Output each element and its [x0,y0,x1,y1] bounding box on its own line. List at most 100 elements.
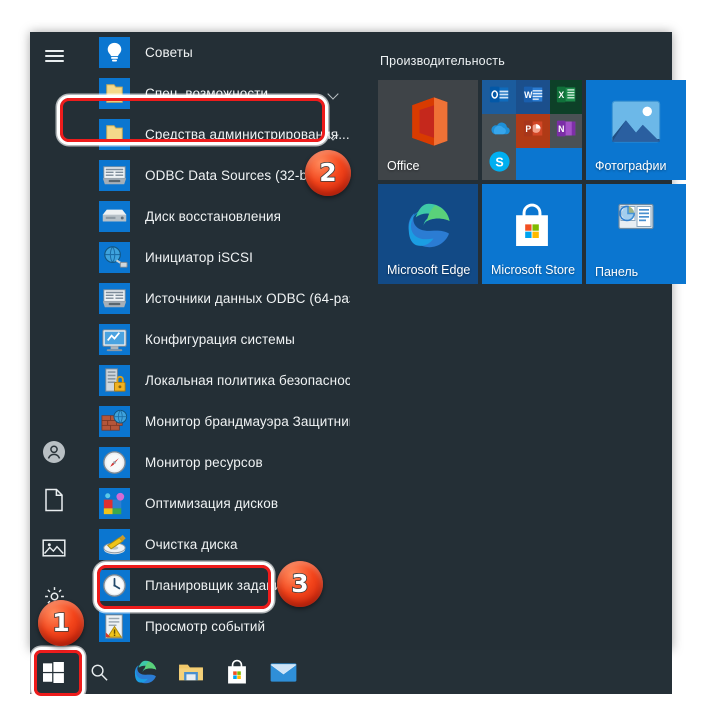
annotation-badge-3: 3 [277,561,323,607]
annotation-badge-2: 2 [305,150,351,196]
tile-skype[interactable]: S [482,148,516,180]
sidebar-item-account[interactable] [30,428,78,476]
app-list-item[interactable]: Спец. возможности [78,73,350,114]
tile-label: Office [387,159,420,173]
app-list-item[interactable]: Средства администрирования... [78,114,350,155]
start-menu: Советы Спец. возможности Средства админист… [30,32,686,650]
recovery-drive-icon [99,201,130,232]
firewall-brick-icon [99,406,130,437]
edge-icon [400,198,456,259]
app-list-item[interactable]: Монитор брандмауэра Защитник... [78,401,350,442]
edge-icon [130,657,159,686]
tile-label: Microsoft Edge [387,263,471,277]
app-list-item-label: Спец. возможности [145,85,269,101]
badge-number: 2 [318,157,337,187]
tile-excel[interactable]: X [550,80,582,114]
app-list-item[interactable]: Советы [78,32,350,73]
tile-office[interactable]: Office [378,80,478,180]
sidebar-item-documents[interactable] [30,476,78,524]
app-list-item[interactable]: Источники данных ODBC (64-раз... [78,278,350,319]
app-list-item-label: Советы [145,44,193,60]
taskbar [30,650,672,694]
app-list-item-label: Локальная политика безопасности [145,372,350,388]
taskbar-button-start[interactable] [30,650,76,694]
tile-control-panel[interactable]: Панель [586,184,686,284]
secpol-lock-icon [99,365,130,396]
tile-outlook[interactable] [482,80,516,114]
folder-icon [99,78,130,109]
tile-onedrive[interactable] [482,114,516,148]
tile-microsoft-store[interactable]: Microsoft Store [482,184,582,284]
tile-label: Microsoft Store [491,263,576,277]
msconfig-monitor-icon [99,324,130,355]
taskbar-button-edge[interactable] [122,650,168,694]
app-list-item[interactable]: Диск восстановления [78,196,350,237]
tile-powerpoint[interactable]: P [516,114,550,148]
skype-icon: S [488,150,511,178]
app-list-item-label: Источники данных ODBC (64-раз... [145,290,350,306]
tips-bulb-icon [99,37,130,68]
tile-photos[interactable]: Фотографии [586,80,686,180]
iscsi-globe-icon [99,242,130,273]
tile-office-group[interactable]: W X P N S [482,80,582,180]
app-list-item-label: Диск восстановления [145,208,282,224]
excel-icon: X [556,84,577,110]
app-list-item[interactable]: Очистка диска [78,524,350,565]
outlook-icon [489,84,510,110]
mail-envelope-icon [270,662,297,683]
all-apps-list[interactable]: Советы Спец. возможности Средства админист… [78,32,350,650]
app-list-item-label: ODBC Data Sources (32-bit) [145,167,319,183]
app-list-item[interactable]: Оптимизация дисков [78,483,350,524]
taskbar-folder-icon [178,661,204,683]
document-icon [44,488,64,512]
taskbar-button-search[interactable] [76,650,122,694]
powerpoint-icon: P [523,118,544,144]
tile-label: Панель [595,265,639,279]
start-menu-left-rail [30,32,78,650]
chevron-down-icon[interactable] [329,90,338,99]
taskbar-button-store[interactable] [214,650,260,694]
sidebar-item-pictures[interactable] [30,524,78,572]
windows-logo-icon [42,661,64,683]
app-list-item-label: Оптимизация дисков [145,495,279,511]
app-list-item-label: Монитор ресурсов [145,454,263,470]
app-list-item[interactable]: Конфигурация системы [78,319,350,360]
odbc-icon [99,283,130,314]
app-list-item-label: Средства администрирования... [145,126,350,142]
tile-group-title: Производительность [380,54,505,68]
hamburger-icon [44,47,64,65]
tile-label: Фотографии [595,159,667,173]
tile-onenote[interactable]: N [550,114,582,148]
user-icon [42,440,66,464]
office-logo-icon [399,93,457,156]
onedrive-icon [488,117,511,145]
picture-icon [42,538,66,558]
app-list-item[interactable]: Монитор ресурсов [78,442,350,483]
app-list-item[interactable]: Инициатор iSCSI [78,237,350,278]
store-bag-icon [223,658,251,686]
chevron-down-icon[interactable] [329,131,338,140]
annotation-badge-1: 1 [38,600,84,646]
app-list-item[interactable]: Просмотр событий [78,606,350,647]
cleanmgr-broom-icon [99,529,130,560]
onenote-icon: N [556,118,577,144]
app-list-item-label: Просмотр событий [145,618,266,634]
taskbar-button-file-explorer[interactable] [168,650,214,694]
tiles-pane: Производительность Office W X P N S Фотографии… [350,32,686,650]
control-panel-icon [616,198,656,243]
app-list-item[interactable]: Локальная политика безопасности [78,360,350,401]
app-list-item-label: Конфигурация системы [145,331,295,347]
tile-microsoft-edge[interactable]: Microsoft Edge [378,184,478,284]
app-list-item-label: Инициатор iSCSI [145,249,253,265]
app-list-item-label: Планировщик заданий [145,577,290,593]
svg-text:P: P [525,124,531,134]
folder-icon [99,119,130,150]
tile-word[interactable]: W [516,80,550,114]
app-list-item-label: Монитор брандмауэра Защитник... [145,413,350,429]
defrag-icon [99,488,130,519]
taskbar-button-mail[interactable] [260,650,306,694]
store-bag-icon [507,201,557,256]
tile-empty[interactable] [516,148,582,180]
resmon-gauge-icon [99,447,130,478]
hamburger-menu-button[interactable] [30,32,78,80]
